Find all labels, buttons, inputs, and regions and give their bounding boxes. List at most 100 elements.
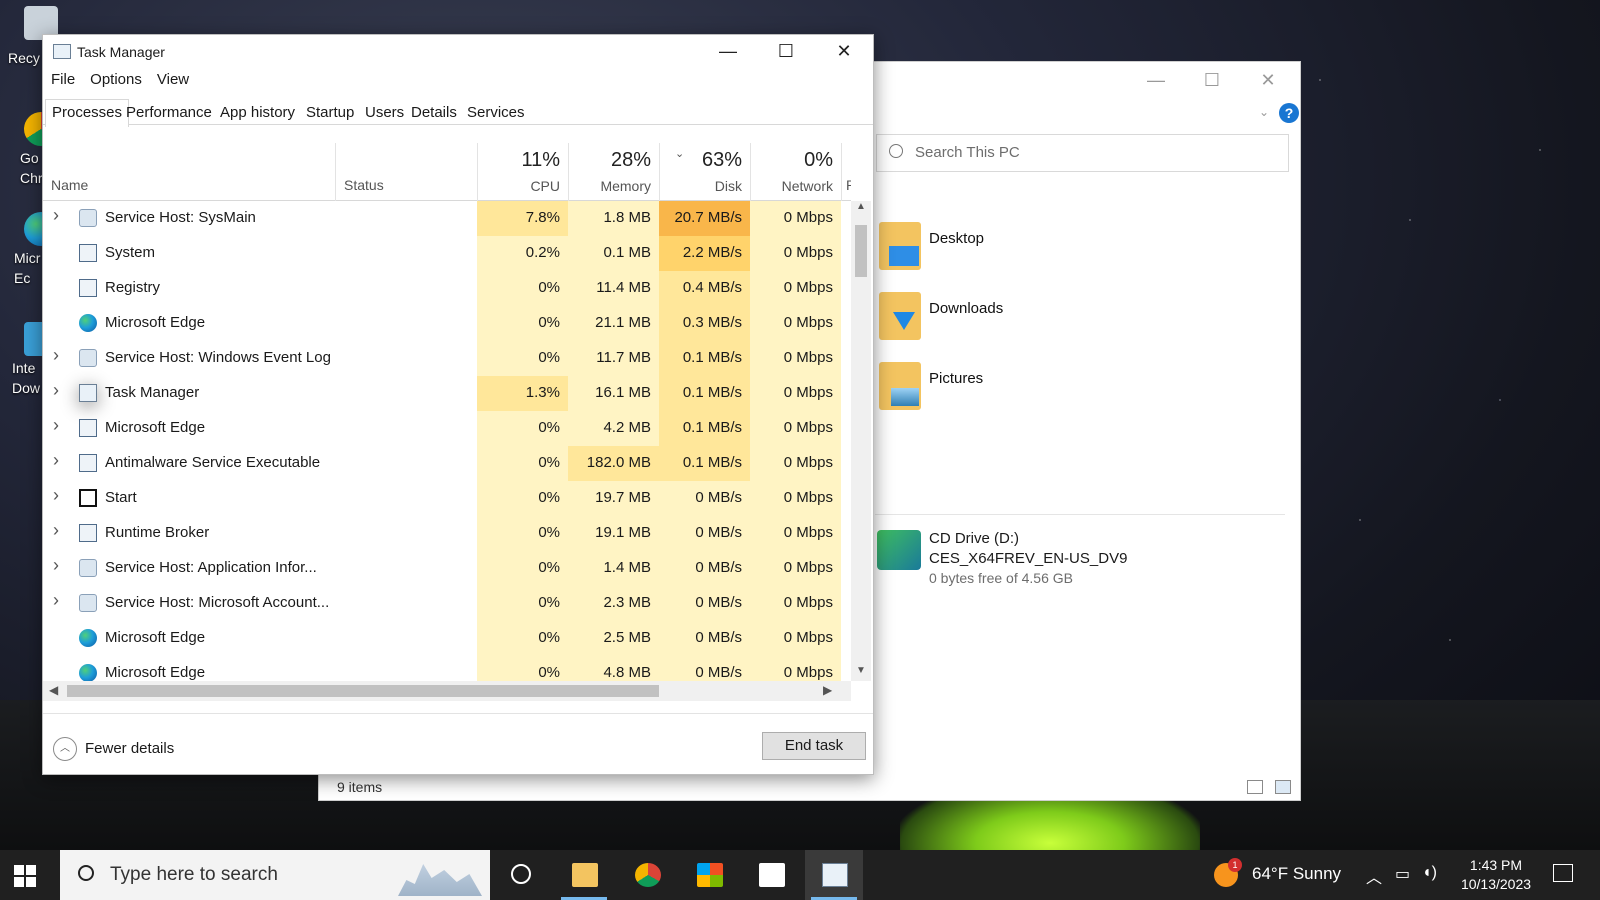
scroll-left-icon[interactable]: ◀	[49, 683, 58, 697]
process-row[interactable]: › Microsoft Edge 0% 4.2 MB 0.1 MB/s 0 Mbps	[43, 411, 851, 446]
folder-downloads[interactable]: Downloads	[879, 292, 1179, 352]
explorer-search-input[interactable]: Search This PC	[876, 134, 1289, 172]
details-view-icon[interactable]	[1247, 780, 1263, 794]
explorer-maximize-button[interactable]: ☐	[1189, 70, 1235, 91]
desktop-icon-chrome[interactable]: Go Chr	[0, 112, 58, 188]
expand-chevron-icon[interactable]: ›	[53, 205, 59, 226]
network-label: Network	[781, 178, 833, 194]
search-icon	[889, 144, 903, 158]
process-row[interactable]: Microsoft Edge 0% 4.8 MB 0 MB/s 0 Mbps	[43, 656, 851, 681]
weather-text[interactable]: 64°F Sunny	[1252, 864, 1341, 884]
process-row[interactable]: › Start 0% 19.7 MB 0 MB/s 0 Mbps	[43, 481, 851, 516]
disk-label: Disk	[714, 178, 742, 194]
taskbar-mail[interactable]	[742, 850, 800, 900]
vertical-scrollbar[interactable]: ▲ ▼	[851, 201, 871, 681]
tab-processes[interactable]: Processes	[45, 99, 130, 127]
expand-chevron-icon[interactable]: ›	[53, 380, 59, 401]
window-title: Task Manager	[77, 44, 165, 60]
tab-startup[interactable]: Startup	[299, 99, 361, 125]
memory-label: Memory	[600, 178, 651, 194]
process-cpu-value: 0%	[477, 481, 568, 516]
menu-options[interactable]: Options	[90, 71, 142, 88]
expand-chevron-icon[interactable]: ›	[53, 485, 59, 506]
column-header-network[interactable]: 0% Network	[750, 143, 841, 201]
column-header-memory[interactable]: 28% Memory	[568, 143, 659, 201]
tab-details[interactable]: Details	[404, 99, 464, 125]
process-row[interactable]: › Service Host: Microsoft Account... 0% 2.3…	[43, 586, 851, 621]
folder-label: Desktop	[929, 230, 985, 247]
volume-icon[interactable]: ◖)	[1422, 864, 1437, 882]
scroll-down-icon[interactable]: ▼	[851, 665, 871, 681]
process-row[interactable]: › Runtime Broker 0% 19.1 MB 0 MB/s 0 Mbps	[43, 516, 851, 551]
cpu-label: CPU	[530, 178, 560, 194]
explorer-minimize-button[interactable]: —	[1133, 70, 1179, 91]
expand-chevron-icon[interactable]: ›	[53, 590, 59, 611]
vertical-scroll-thumb[interactable]	[855, 225, 867, 277]
process-row[interactable]: › Task Manager 1.3% 16.1 MB 0.1 MB/s 0 Mbps	[43, 376, 851, 411]
process-row[interactable]: Microsoft Edge 0% 2.5 MB 0 MB/s 0 Mbps	[43, 621, 851, 656]
end-task-button[interactable]: End task	[762, 732, 866, 760]
explorer-close-button[interactable]: ✕	[1245, 70, 1291, 91]
tab-services[interactable]: Services	[460, 99, 532, 125]
column-header-power[interactable]: Po	[841, 143, 851, 201]
minimize-button[interactable]: —	[699, 35, 757, 67]
column-header-name[interactable]: Name	[51, 177, 88, 193]
process-row[interactable]: System 0.2% 0.1 MB 2.2 MB/s 0 Mbps	[43, 236, 851, 271]
horizontal-scrollbar[interactable]: ◀ ▶	[43, 681, 851, 701]
service-gear-icon	[79, 594, 97, 612]
desktop-icon-internet-download[interactable]: Inte Dow	[0, 322, 58, 398]
large-icons-view-icon[interactable]	[1275, 780, 1291, 794]
scroll-right-icon[interactable]: ▶	[823, 683, 832, 697]
process-disk-value: 0.1 MB/s	[659, 446, 750, 481]
expand-chevron-icon[interactable]: ›	[53, 555, 59, 576]
process-row[interactable]: › Service Host: Application Infor... 0% 1.4…	[43, 551, 851, 586]
desktop-icon-recycle-bin[interactable]: Recy	[0, 6, 58, 68]
process-row[interactable]: Registry 0% 11.4 MB 0.4 MB/s 0 Mbps	[43, 271, 851, 306]
fewer-details-label: Fewer details	[85, 740, 175, 757]
column-header-cpu[interactable]: 11% CPU	[477, 143, 568, 201]
taskbar-chrome[interactable]	[618, 850, 676, 900]
folder-desktop[interactable]: Desktop	[879, 222, 1179, 282]
menu-file[interactable]: File	[51, 71, 75, 88]
window-app-icon	[79, 244, 97, 262]
window-app-icon	[79, 524, 97, 542]
process-row[interactable]: Microsoft Edge 0% 21.1 MB 0.3 MB/s 0 Mbps	[43, 306, 851, 341]
scroll-up-icon[interactable]: ▲	[851, 201, 871, 217]
taskbar-search-box[interactable]: Type here to search	[60, 850, 490, 900]
process-row[interactable]: › Antimalware Service Executable 0% 182.0 M…	[43, 446, 851, 481]
process-name: Microsoft Edge	[105, 664, 206, 681]
notification-center-icon[interactable]	[1553, 864, 1573, 882]
menu-view[interactable]: View	[157, 71, 189, 88]
process-row[interactable]: › Service Host: SysMain 7.8% 1.8 MB 20.7 MB/…	[43, 201, 851, 236]
start-button[interactable]	[14, 865, 36, 887]
show-hidden-icons-chevron-icon[interactable]: ︿	[1366, 864, 1382, 888]
taskbar-store[interactable]	[680, 850, 738, 900]
process-network-value: 0 Mbps	[750, 306, 841, 341]
cortana-icon[interactable]	[511, 864, 531, 884]
expand-chevron-icon[interactable]: ›	[53, 345, 59, 366]
desktop-icon-edge[interactable]: Micr Ec	[0, 212, 58, 288]
expand-chevron-icon[interactable]: ›	[53, 415, 59, 436]
column-header-disk[interactable]: 63% Disk	[659, 143, 750, 201]
chrome-icon	[635, 863, 661, 887]
help-icon[interactable]: ?	[1279, 103, 1299, 123]
tab-performance[interactable]: Performance	[119, 99, 219, 125]
process-memory-value: 4.8 MB	[568, 656, 659, 681]
service-gear-icon	[79, 559, 97, 577]
title-bar[interactable]: Task Manager — ☐ ✕	[43, 35, 873, 67]
maximize-button[interactable]: ☐	[757, 35, 815, 67]
taskbar-clock[interactable]: 1:43 PM 10/13/2023	[1448, 856, 1544, 894]
expand-chevron-icon[interactable]: ›	[53, 520, 59, 541]
close-button[interactable]: ✕	[815, 35, 873, 67]
column-header-status[interactable]: Status	[335, 143, 477, 201]
network-icon[interactable]: ▭	[1395, 864, 1410, 884]
process-row[interactable]: › Service Host: Windows Event Log 0% 11.7 M…	[43, 341, 851, 376]
taskbar-task-manager[interactable]	[805, 850, 863, 900]
tab-app-history[interactable]: App history	[213, 99, 302, 125]
horizontal-scroll-thumb[interactable]	[67, 685, 659, 697]
chevron-down-icon[interactable]: ⌄	[1259, 105, 1269, 119]
folder-pictures[interactable]: Pictures	[879, 362, 1179, 422]
taskbar-file-explorer[interactable]	[555, 850, 613, 900]
process-memory-value: 21.1 MB	[568, 306, 659, 341]
expand-chevron-icon[interactable]: ›	[53, 450, 59, 471]
